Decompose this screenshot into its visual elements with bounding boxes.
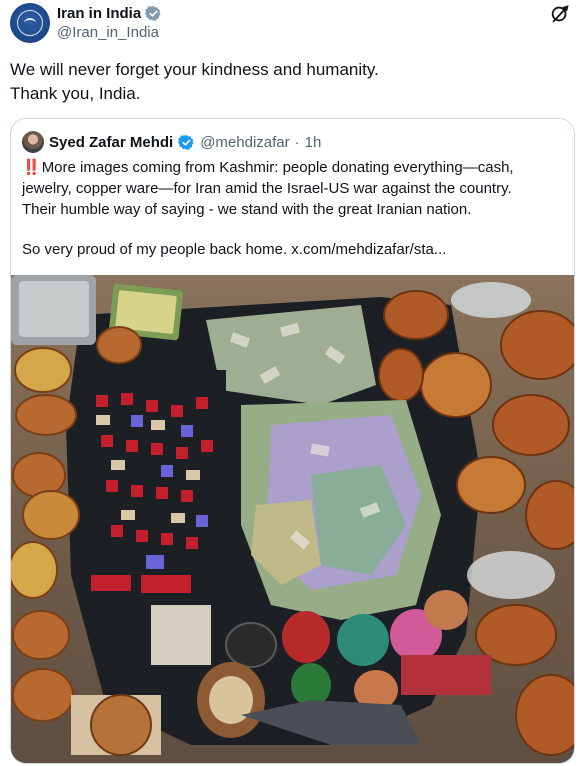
post-text-line-2: Thank you, India. xyxy=(10,84,141,103)
quoted-post-header: Syed Zafar Mehdi @mehdizafar · 1h xyxy=(22,131,321,153)
quoted-author-avatar[interactable] xyxy=(22,131,44,153)
quoted-text-line-4: So very proud of my people back home. x.… xyxy=(22,241,447,258)
quoted-post-text: ‼️ More images coming from Kashmir: peopl… xyxy=(22,157,567,260)
quoted-timestamp[interactable]: 1h xyxy=(305,134,322,151)
post-header: Iran in India @Iran_in_India xyxy=(10,3,571,45)
author-display-name[interactable]: Iran in India xyxy=(57,4,162,23)
donations-photo[interactable] xyxy=(11,275,574,763)
post-text: We will never forget your kindness and h… xyxy=(10,58,570,106)
meta-separator: · xyxy=(294,133,300,151)
author-avatar[interactable] xyxy=(10,3,50,43)
verified-badge-icon xyxy=(178,134,194,150)
verified-badge-icon xyxy=(145,6,161,21)
author-handle[interactable]: @Iran_in_India xyxy=(57,23,162,43)
grok-icon[interactable] xyxy=(549,3,571,25)
quoted-text-line-1: ‼️ More images coming from Kashmir: peopl… xyxy=(22,157,567,178)
quoted-author-name[interactable]: Syed Zafar Mehdi xyxy=(49,134,173,151)
post-text-line-1: We will never forget your kindness and h… xyxy=(10,60,379,79)
author-names: Iran in India @Iran_in_India xyxy=(57,4,162,43)
quoted-author-handle[interactable]: @mehdizafar xyxy=(200,134,289,151)
photo-content xyxy=(11,275,574,756)
quoted-text-line-3: Their humble way of saying - we stand wi… xyxy=(22,201,472,218)
author-name-text[interactable]: Iran in India xyxy=(57,4,141,23)
quoted-text-line-2: jewelry, copper ware—for Iran amid the I… xyxy=(22,180,512,197)
emblem-icon xyxy=(17,10,43,36)
quoted-post-card[interactable]: Syed Zafar Mehdi @mehdizafar · 1h ‼️ More… xyxy=(10,118,575,764)
quoted-text-line-1-body: More images coming from Kashmir: people … xyxy=(41,159,514,176)
double-exclamation-icon: ‼️ xyxy=(22,159,41,176)
